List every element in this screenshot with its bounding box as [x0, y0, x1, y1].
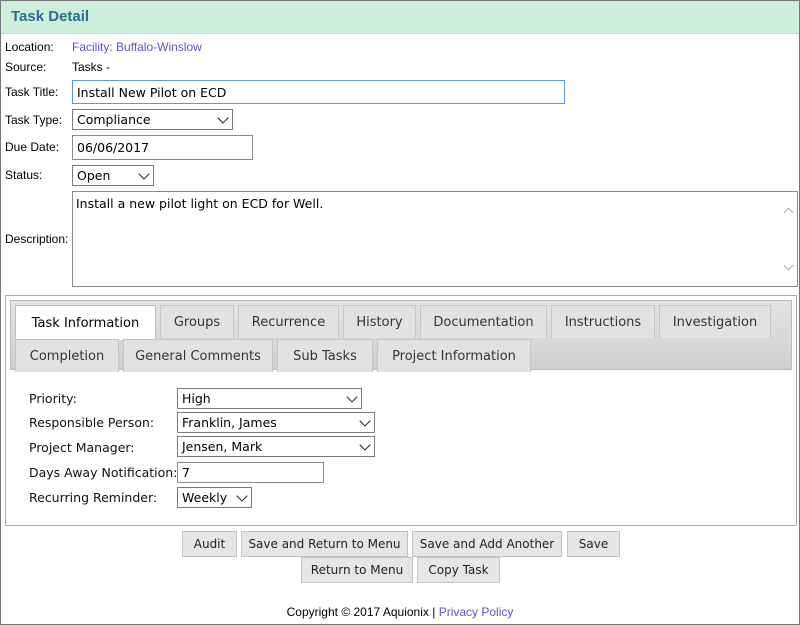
priority-value: High: [182, 391, 211, 406]
source-value: Tasks -: [72, 60, 111, 74]
days-away-value: 7: [182, 465, 190, 480]
location-link[interactable]: Facility: Buffalo-Winslow: [72, 40, 202, 54]
tab-panel: Task Information Groups Recurrence Histo…: [5, 295, 797, 526]
task-title-value: Install New Pilot on ECD: [77, 84, 227, 100]
task-title-label: Task Title:: [5, 85, 59, 99]
task-title-input[interactable]: Install New Pilot on ECD: [72, 80, 565, 104]
tab-task-information[interactable]: Task Information: [15, 305, 156, 340]
priority-label: Priority:: [29, 391, 77, 406]
tab-general-comments[interactable]: General Comments: [123, 339, 273, 372]
page-title: Task Detail: [11, 8, 90, 25]
project-manager-label: Project Manager:: [29, 440, 135, 455]
save-and-return-button[interactable]: Save and Return to Menu: [241, 531, 408, 557]
header-bar: Task Detail: [1, 1, 799, 34]
copyright-text: Copyright © 2017 Aquionix |: [286, 605, 436, 619]
privacy-policy-link[interactable]: Privacy Policy: [439, 605, 514, 619]
task-type-select[interactable]: Compliance: [72, 109, 233, 130]
copy-task-button[interactable]: Copy Task: [417, 557, 500, 583]
description-value: Install a new pilot light on ECD for Wel…: [76, 196, 324, 211]
save-button[interactable]: Save: [567, 531, 620, 557]
responsible-person-label: Responsible Person:: [29, 415, 155, 430]
scroll-up-icon[interactable]: [783, 207, 794, 218]
project-manager-select[interactable]: Jensen, Mark: [177, 436, 375, 457]
tab-groups[interactable]: Groups: [160, 305, 234, 338]
footer: Copyright © 2017 Aquionix | Privacy Poli…: [1, 605, 799, 619]
recurring-reminder-value: Weekly: [182, 490, 228, 505]
description-scrollbar[interactable]: [781, 192, 797, 286]
responsible-person-select[interactable]: Franklin, James: [177, 412, 375, 433]
chevron-down-icon: [359, 414, 371, 427]
chevron-down-icon: [346, 390, 358, 403]
description-textarea[interactable]: Install a new pilot light on ECD for Wel…: [72, 191, 798, 287]
chevron-down-icon: [236, 489, 248, 502]
tab-completion[interactable]: Completion: [15, 339, 119, 372]
description-label: Description:: [5, 232, 69, 246]
priority-select[interactable]: High: [177, 388, 362, 409]
days-away-label: Days Away Notification:: [29, 465, 178, 480]
task-type-label: Task Type:: [5, 113, 63, 127]
responsible-person-value: Franklin, James: [182, 415, 277, 430]
source-label: Source:: [5, 60, 47, 74]
status-label: Status:: [5, 168, 43, 182]
tab-sub-tasks[interactable]: Sub Tasks: [277, 339, 373, 372]
tab-recurrence[interactable]: Recurrence: [238, 305, 339, 338]
return-to-menu-button[interactable]: Return to Menu: [301, 557, 413, 583]
recurring-reminder-label: Recurring Reminder:: [29, 490, 158, 505]
tab-strip: Task Information Groups Recurrence Histo…: [10, 300, 792, 372]
task-detail-window: Task Detail Location: Facility: Buffalo-…: [0, 0, 800, 625]
due-date-value: 06/06/2017: [77, 140, 150, 155]
chevron-down-icon: [217, 111, 229, 124]
location-label: Location:: [5, 40, 54, 54]
tab-instructions[interactable]: Instructions: [551, 305, 655, 338]
status-value: Open: [77, 168, 111, 183]
due-date-input[interactable]: 06/06/2017: [72, 135, 253, 160]
project-manager-value: Jensen, Mark: [182, 439, 263, 454]
tab-history[interactable]: History: [343, 305, 416, 338]
tab-documentation[interactable]: Documentation: [420, 305, 547, 338]
save-and-add-another-button[interactable]: Save and Add Another: [412, 531, 562, 557]
tab-project-information[interactable]: Project Information: [377, 339, 531, 372]
audit-button[interactable]: Audit: [182, 531, 237, 557]
tab-investigation[interactable]: Investigation: [659, 305, 771, 338]
status-select[interactable]: Open: [72, 165, 154, 186]
task-type-value: Compliance: [77, 112, 151, 127]
due-date-label: Due Date:: [5, 140, 60, 154]
scroll-down-icon[interactable]: [783, 260, 794, 271]
recurring-reminder-select[interactable]: Weekly: [177, 487, 252, 508]
chevron-down-icon: [138, 167, 150, 180]
chevron-down-icon: [359, 438, 371, 451]
days-away-input[interactable]: 7: [177, 462, 324, 483]
